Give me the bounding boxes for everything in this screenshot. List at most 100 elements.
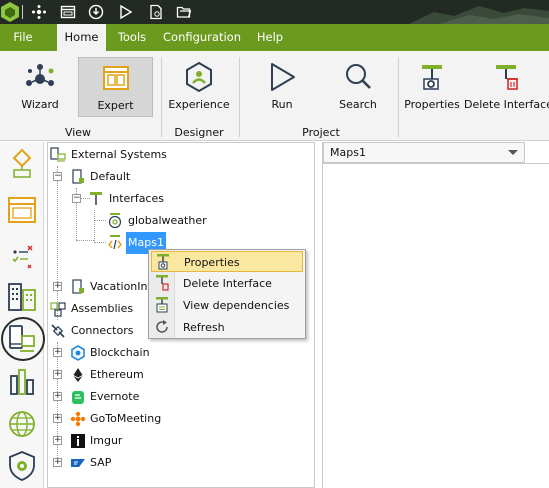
expand-toggle[interactable]: + xyxy=(53,348,62,357)
menu-item-label: View dependencies xyxy=(183,299,290,312)
form-window-icon[interactable] xyxy=(6,194,38,226)
tree-item-label: Blockchain xyxy=(90,346,150,359)
experience-button[interactable]: Experience xyxy=(168,57,230,117)
properties-icon xyxy=(422,65,442,90)
blockchain-icon xyxy=(71,345,85,361)
run-icon xyxy=(271,63,295,91)
expand-toggle[interactable]: + xyxy=(53,458,62,467)
delete-interface-label: Delete Interface xyxy=(464,98,549,111)
imgur-icon xyxy=(71,434,85,448)
search-icon xyxy=(346,64,371,89)
connectors-icon xyxy=(51,324,65,338)
menu-item-label: Delete Interface xyxy=(183,277,272,290)
expand-toggle[interactable]: + xyxy=(53,282,62,291)
tree-item-label: External Systems xyxy=(71,148,167,161)
expand-toggle[interactable]: + xyxy=(53,414,62,423)
system-folder-icon xyxy=(72,279,84,294)
tree-item-label: Evernote xyxy=(90,390,140,403)
window-icon[interactable] xyxy=(60,4,76,20)
save-icon[interactable] xyxy=(88,4,104,20)
search-button[interactable]: Search xyxy=(328,57,388,117)
tree-guide-line xyxy=(94,242,106,243)
workflow-icon[interactable] xyxy=(6,148,38,180)
menu-item-properties[interactable]: Properties xyxy=(151,251,303,272)
globe-icon[interactable] xyxy=(6,408,38,440)
refresh-icon xyxy=(156,320,168,333)
ethereum-icon xyxy=(73,368,83,382)
menu-item-view-dependencies[interactable]: View dependencies xyxy=(151,295,303,316)
document-tab-maps1[interactable]: Maps1 xyxy=(323,142,525,163)
connect-icon[interactable] xyxy=(31,4,47,20)
search-label: Search xyxy=(339,98,377,111)
tab-help[interactable]: Help xyxy=(250,24,290,51)
title-bar xyxy=(0,0,549,24)
ribbon-separator xyxy=(398,57,399,137)
web-service-icon xyxy=(108,213,122,229)
organization-buildings-icon[interactable] xyxy=(6,280,38,312)
expand-toggle[interactable]: + xyxy=(53,392,62,401)
tree-guide-line xyxy=(94,220,106,221)
tree-item-label: SAP xyxy=(90,456,112,469)
collapse-toggle[interactable]: − xyxy=(53,172,62,181)
document-body xyxy=(323,163,549,488)
delete-interface-button[interactable]: Delete Interface xyxy=(464,57,549,117)
collapse-toggle[interactable]: − xyxy=(72,194,81,203)
ribbon-separator xyxy=(161,57,162,137)
delete-interface-icon xyxy=(156,275,169,291)
run-label: Run xyxy=(271,98,293,111)
menu-item-refresh[interactable]: Refresh xyxy=(151,317,303,338)
tree-item-label: GoToMeeting xyxy=(90,412,162,425)
reports-chart-icon[interactable] xyxy=(6,366,38,398)
rest-interface-icon xyxy=(108,235,122,250)
left-navigation-strip xyxy=(0,142,45,488)
properties-button[interactable]: Properties xyxy=(404,57,460,117)
menu-bar: File Home Tools Configuration Help xyxy=(0,24,549,51)
document-settings-icon[interactable] xyxy=(148,4,164,20)
expert-icon xyxy=(102,66,129,90)
wizard-button[interactable]: Wizard xyxy=(10,57,70,117)
tree-guide-line xyxy=(94,210,95,241)
expert-button[interactable]: Expert xyxy=(78,57,153,117)
expert-label: Expert xyxy=(97,99,134,112)
experience-icon xyxy=(186,61,212,93)
evernote-icon xyxy=(72,391,84,404)
interface-icon xyxy=(90,192,102,205)
tab-configuration[interactable]: Configuration xyxy=(161,24,243,51)
delete-interface-icon xyxy=(496,65,518,90)
external-systems-icon[interactable] xyxy=(6,323,38,355)
quick-access-separator xyxy=(22,5,23,19)
tree-item-label: Default xyxy=(90,170,131,183)
group-label-view: View xyxy=(64,126,92,139)
experience-label: Experience xyxy=(168,98,230,111)
context-menu: Properties Delete Interface View depende… xyxy=(148,249,306,339)
play-icon[interactable] xyxy=(117,4,133,20)
external-systems-icon xyxy=(50,147,66,162)
menu-item-delete-interface[interactable]: Delete Interface xyxy=(151,273,303,294)
tree-item-label: Assemblies xyxy=(71,302,134,315)
wizard-label: Wizard xyxy=(21,98,59,111)
run-button[interactable]: Run xyxy=(252,57,312,117)
task-list-icon[interactable] xyxy=(6,240,38,272)
tab-home[interactable]: Home xyxy=(57,24,106,51)
app-logo-icon xyxy=(1,2,19,22)
header-background-mountains xyxy=(409,6,549,24)
tab-file[interactable]: File xyxy=(4,24,42,51)
tab-tools[interactable]: Tools xyxy=(110,24,154,51)
chevron-down-icon[interactable] xyxy=(508,150,518,155)
expand-toggle[interactable]: + xyxy=(53,436,62,445)
tree-guide-line xyxy=(57,166,58,320)
tree-item-label: Interfaces xyxy=(109,192,164,205)
ribbon-separator xyxy=(239,57,240,137)
dependencies-icon xyxy=(156,297,168,313)
group-label-designer: Designer xyxy=(174,126,224,139)
menu-item-label: Properties xyxy=(184,256,240,269)
group-label-project: Project xyxy=(302,126,340,139)
security-shield-icon[interactable] xyxy=(6,450,38,482)
tree-item-label: Imgur xyxy=(90,434,123,447)
tree-item-label: Ethereum xyxy=(90,368,144,381)
document-panel: Maps1 xyxy=(322,142,549,488)
document-tab-label: Maps1 xyxy=(330,146,366,159)
open-folder-icon[interactable] xyxy=(176,4,192,20)
tree-item-label: globalweather xyxy=(128,214,207,227)
expand-toggle[interactable]: + xyxy=(53,370,62,379)
